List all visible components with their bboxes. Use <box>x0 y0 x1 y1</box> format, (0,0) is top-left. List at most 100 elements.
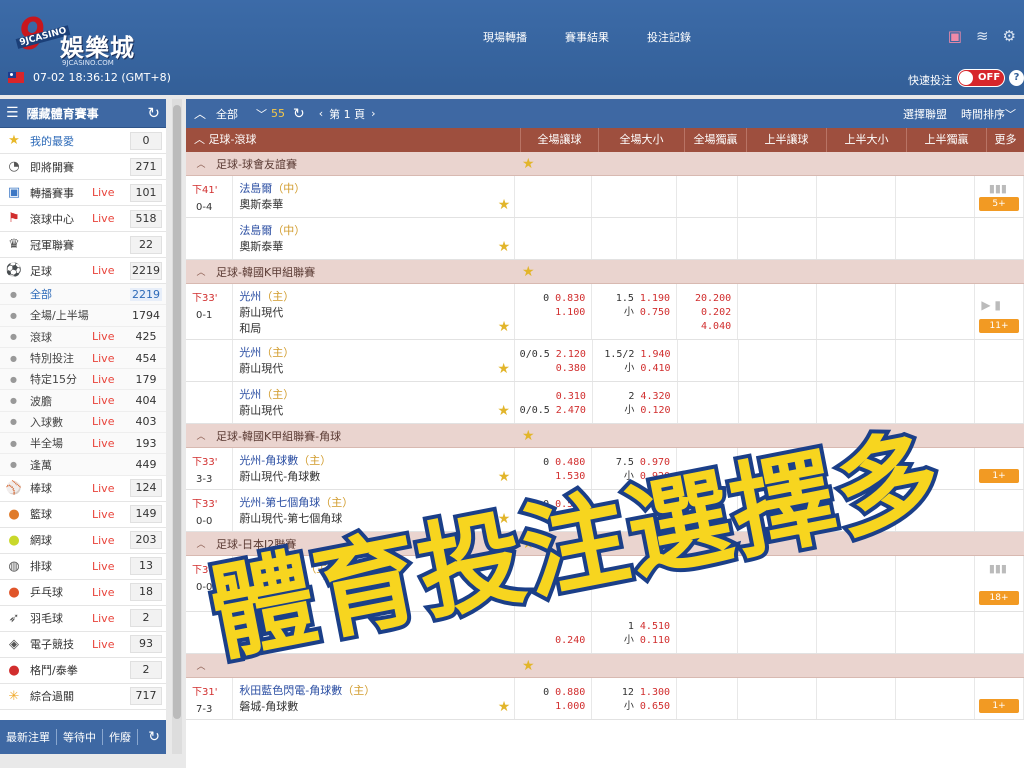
sidebar-subitem[interactable]: ● 滾球 Live 425 <box>0 326 166 348</box>
sidebar-item[interactable]: ◔ 即將開賽 271 <box>0 154 166 180</box>
favorite-star-icon[interactable]: ★ <box>498 699 511 715</box>
home-team[interactable]: 光州（主） <box>239 344 508 360</box>
sidebar-subitem[interactable]: ● 特別投注 Live 454 <box>0 347 166 370</box>
odds-value[interactable]: 1.100 <box>555 306 585 320</box>
home-team[interactable]: 法島爾（中） <box>239 180 508 196</box>
sidebar-scrollbar[interactable] <box>172 99 182 754</box>
odds-line[interactable]: 小 0.110 <box>592 634 676 648</box>
odds-value[interactable]: 4.320 <box>640 390 670 404</box>
league-header[interactable]: ︿ 足球-球會友誼賽 ★ <box>186 152 1024 176</box>
sidebar-subitem[interactable]: ● 全場/上半場 1794 <box>0 305 166 327</box>
odds-line[interactable]: 0/0.5 2.120 <box>515 348 592 362</box>
home-team[interactable]: 光州（主） <box>239 288 508 304</box>
footer-refresh-icon[interactable]: ↻ <box>142 729 166 745</box>
odds-value[interactable]: 0.920 <box>640 470 670 484</box>
odds-line[interactable]: 小 0.650 <box>592 700 676 714</box>
more-bets-button[interactable]: 1+ <box>979 699 1019 713</box>
home-team[interactable]: 法島爾（中） <box>239 222 508 238</box>
favorite-star-icon[interactable]: ★ <box>497 403 510 419</box>
favorite-star-icon[interactable]: ★ <box>498 511 511 527</box>
sidebar-item[interactable]: ➶ 羽毛球 Live 2 <box>0 606 166 632</box>
odds-line[interactable]: 0.240 <box>515 634 591 648</box>
home-team[interactable]: 秋田藍色閃電-角球數（主） <box>239 682 508 698</box>
odds-value[interactable]: 0.650 <box>640 700 670 714</box>
odds-line[interactable]: 2 4.320 <box>593 390 677 404</box>
home-team[interactable]: 秋田藍色閃電（主） <box>239 560 508 576</box>
odds-value[interactable]: 1.190 <box>640 292 670 306</box>
away-team[interactable]: 奧斯泰華 <box>239 196 508 212</box>
collapse-icon[interactable]: ︿ <box>186 157 216 170</box>
away-team[interactable]: 蔚山現代 <box>239 360 508 376</box>
odds-value[interactable]: 0.830 <box>555 292 585 306</box>
league-header[interactable]: ︿ 足球-日本J2聯賽 ★ <box>186 532 1024 556</box>
odds-value[interactable]: 2.470 <box>556 404 586 418</box>
odds-line[interactable]: 0.202 <box>677 306 737 320</box>
away-team[interactable]: 蔚山現代-第七個角球 <box>239 510 508 526</box>
sidebar-item[interactable]: ◈ 電子競技 Live 93 <box>0 632 166 658</box>
sort-dropdown[interactable]: 時間排序 <box>961 106 1005 122</box>
odds-line[interactable]: 0.310 <box>515 390 592 404</box>
odds-value[interactable]: 1.300 <box>640 686 670 700</box>
odds-line[interactable]: 1 4.510 <box>592 620 676 634</box>
away-team[interactable]: 蔚山現代-角球數 <box>239 468 508 484</box>
away-team[interactable]: 磐城 <box>239 576 508 592</box>
odds-line[interactable]: 0 0.830 <box>515 292 591 306</box>
odds-line[interactable]: 20.200 <box>677 292 737 306</box>
chevron-down-icon[interactable]: ﹀ <box>1005 106 1016 122</box>
league-header[interactable]: ︿ ★ <box>186 654 1024 678</box>
favorite-star-icon[interactable]: ★ <box>498 319 511 335</box>
odds-line[interactable]: 4.040 <box>677 320 737 334</box>
odds-value[interactable]: 1.530 <box>555 512 585 526</box>
odds-value[interactable]: 0.380 <box>556 362 586 376</box>
sidebar-item[interactable]: ⚽ 足球 Live 2219 <box>0 258 166 284</box>
home-team[interactable]: 光州-第七個角球（主） <box>239 494 508 510</box>
select-league-button[interactable]: 選擇聯盟 <box>903 106 947 122</box>
nav-live-stream[interactable]: 現場轉播 <box>483 29 527 45</box>
odds-line[interactable]: 1.000 <box>515 700 591 714</box>
filter-all[interactable]: 全部 <box>216 106 238 122</box>
sidebar-item[interactable]: ● 乒乓球 Live 18 <box>0 580 166 606</box>
stats-bars-icon[interactable]: ▮▮▮ <box>989 562 1007 575</box>
odds-value[interactable]: 0.970 <box>640 456 670 470</box>
favorite-star-icon[interactable]: ★ <box>498 591 511 607</box>
nav-bet-history[interactable]: 投注記錄 <box>647 29 691 45</box>
favorite-star-icon[interactable]: ★ <box>498 239 511 255</box>
home-team[interactable]: 光州（主） <box>239 386 508 402</box>
odds-line[interactable]: 0/0.5 2.470 <box>515 404 592 418</box>
away-team[interactable]: 蔚山現代 <box>239 304 508 320</box>
odds-line[interactable]: 小 0.920 <box>592 470 676 484</box>
odds-line[interactable]: 小 0.120 <box>593 404 677 418</box>
odds-line[interactable]: 1.530 <box>515 470 591 484</box>
odds-value[interactable]: 0.880 <box>555 686 585 700</box>
collapse-icon[interactable]: ︿ <box>186 537 216 550</box>
toolbar-refresh-icon[interactable]: ↻ <box>293 106 305 122</box>
more-bets-button[interactable]: 11+ <box>979 319 1019 333</box>
sidebar-item[interactable]: ● 格鬥/泰拳 2 <box>0 658 166 684</box>
odds-value[interactable]: 0.310 <box>556 390 586 404</box>
favorite-star-icon[interactable]: ★ <box>498 197 511 213</box>
league-header[interactable]: ︿ 足球-韓國K甲組聯賽 ★ <box>186 260 1024 284</box>
odds-value[interactable]: 4.040 <box>701 320 731 334</box>
site-logo[interactable]: 9 9JCASINO 娛樂城 9JCASINO.COM <box>10 8 140 67</box>
favorite-star-icon[interactable]: ★ <box>497 361 510 377</box>
odds-line[interactable]: 1.100 <box>515 306 591 320</box>
odds-value[interactable]: 0.240 <box>555 634 585 648</box>
odds-line[interactable]: 0.380 <box>515 362 592 376</box>
odds-value[interactable]: 0.120 <box>640 404 670 418</box>
sidebar-subitem[interactable]: ● 入球數 Live 403 <box>0 411 166 434</box>
odds-value[interactable]: 4.510 <box>640 620 670 634</box>
page-next-icon[interactable]: › <box>371 107 375 120</box>
away-team[interactable]: 磐城-角球數 <box>239 698 508 714</box>
home-team[interactable]: 光州-角球數（主） <box>239 452 508 468</box>
odds-line[interactable]: 1.530 <box>515 512 591 526</box>
odds-line[interactable]: 小 0.750 <box>592 306 676 320</box>
odds-line[interactable]: 0 0.510 <box>515 498 591 512</box>
away-team[interactable]: 奧斯泰華 <box>239 238 508 254</box>
odds-line[interactable] <box>515 620 591 634</box>
menu-icon[interactable]: ☰ <box>6 105 19 121</box>
odds-line[interactable]: 1.5 1.190 <box>592 292 676 306</box>
favorite-star-icon[interactable]: ★ <box>522 156 535 172</box>
odds-value[interactable]: 20.200 <box>695 292 731 306</box>
flag-icon[interactable] <box>8 72 24 83</box>
odds-value[interactable]: 1.000 <box>555 700 585 714</box>
